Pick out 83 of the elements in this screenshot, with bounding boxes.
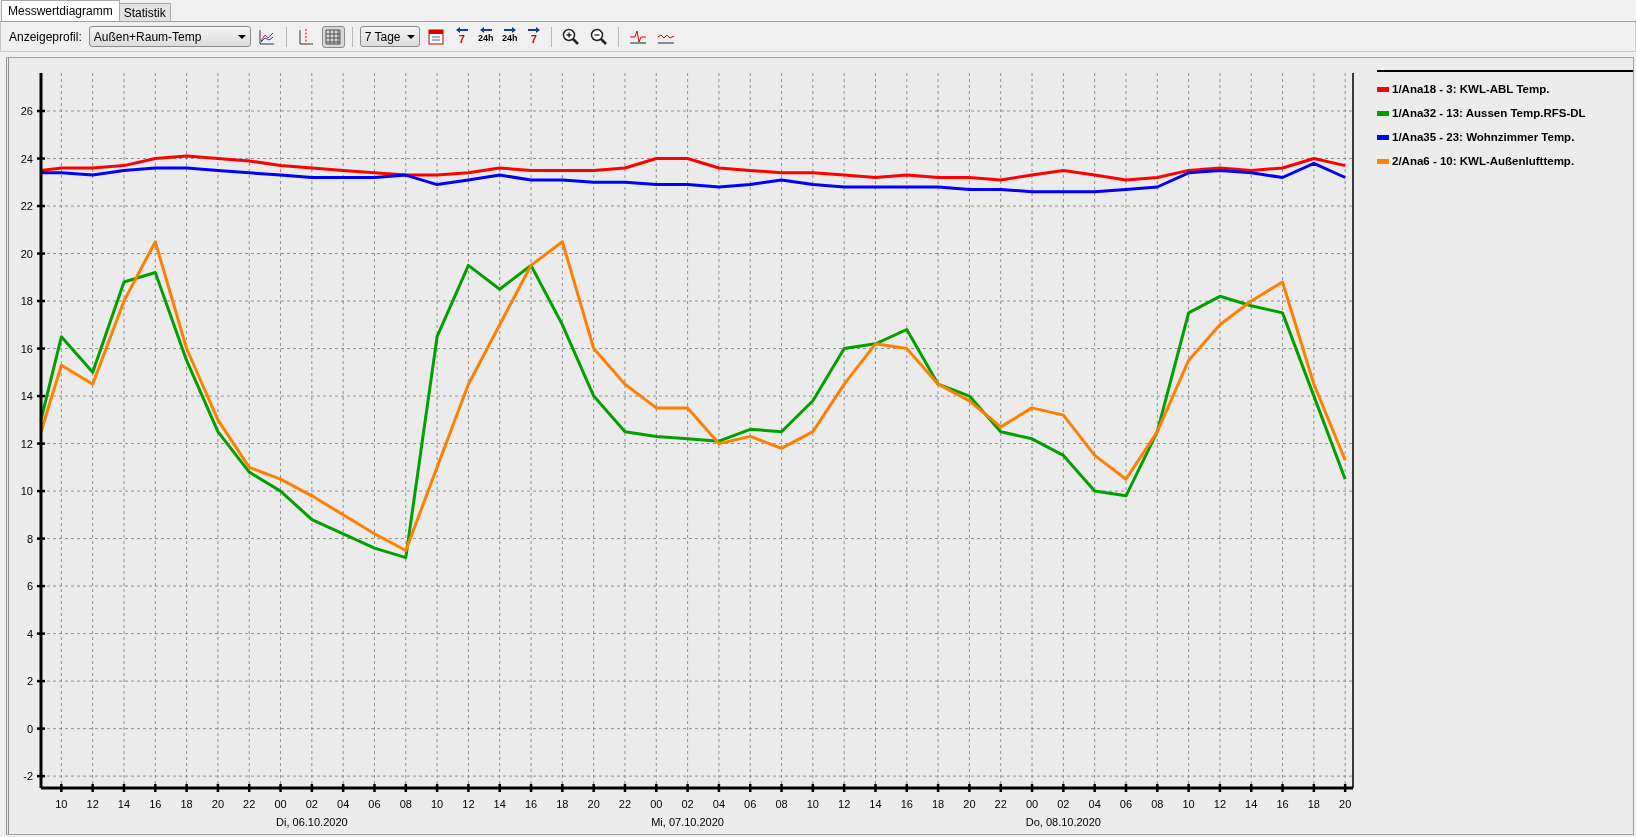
y-tick-label: 26: [20, 105, 33, 117]
y-tick-label: 4: [26, 627, 33, 640]
grid-toggle[interactable]: [321, 25, 345, 48]
x-tick-label: 00: [274, 798, 287, 810]
x-tick-label: 16: [149, 798, 162, 810]
x-tick-label: 02: [681, 798, 694, 810]
x-tick-label: 10: [431, 798, 444, 810]
x-tick-label: 02: [1057, 798, 1070, 810]
navigation-button[interactable]: 24h: [475, 25, 496, 48]
x-tick-label: 18: [1307, 798, 1320, 810]
x-tick-label: 10: [55, 798, 68, 810]
profile-dropdown[interactable]: Außen+Raum-Temp: [88, 26, 251, 47]
x-tick-label: 20: [1339, 798, 1352, 810]
x-tick-label: 00: [650, 798, 663, 810]
x-tick-label: 14: [493, 798, 506, 810]
legend-label: 2/Ana6 - 10: KWL-Außenlufttemp.: [1392, 155, 1575, 167]
y-tick-label: 0: [26, 722, 33, 735]
x-tick-label: 04: [1088, 798, 1101, 810]
x-tick-label: 04: [337, 798, 350, 810]
legend-label: 1/Ana35 - 23: Wohnzimmer Temp.: [1392, 131, 1575, 143]
date-label: Mi, 07.10.2020: [651, 816, 724, 828]
zoom-in-icon[interactable]: [560, 26, 581, 47]
x-tick-label: 04: [712, 798, 726, 810]
y-tick-label: 6: [26, 580, 33, 593]
navigation-button[interactable]: 7: [451, 25, 472, 48]
caret-icon: [237, 34, 246, 39]
x-tick-label: 06: [368, 798, 381, 810]
x-tick-label: 10: [1182, 798, 1195, 810]
legend-label: 1/Ana18 - 3: KWL-ABL Temp.: [1392, 83, 1550, 95]
x-tick-label: 22: [618, 798, 632, 810]
x-tick-label: 12: [86, 798, 99, 810]
x-tick-label: 20: [211, 798, 225, 810]
date-label: Do, 08.10.2020: [1025, 816, 1101, 828]
y-tick-label: 16: [20, 342, 33, 355]
x-tick-label: 06: [744, 798, 757, 810]
y-tick-label: 14: [20, 390, 33, 403]
x-tick-label: 08: [399, 798, 412, 810]
y-tick-label: 10: [20, 485, 33, 498]
x-tick-label: 02: [305, 798, 318, 810]
x-tick-label: 18: [932, 798, 945, 810]
y-tick-label: 20: [20, 247, 33, 260]
x-tick-label: 16: [900, 798, 913, 810]
x-tick-label: 20: [963, 798, 976, 810]
x-tick-label: 12: [1213, 798, 1227, 810]
navigation-button[interactable]: 24h: [499, 25, 520, 48]
date-label: Di, 06.10.2020: [276, 816, 348, 828]
y-tick-label: 22: [20, 200, 33, 212]
x-tick-label: 16: [524, 798, 538, 810]
x-tick-label: 16: [1276, 798, 1289, 810]
x-tick-label: 14: [869, 798, 882, 810]
x-tick-label: 00: [1025, 798, 1039, 810]
x-tick-label: 12: [462, 798, 475, 810]
tab[interactable]: Statistik: [118, 3, 171, 21]
arrow-icon: [454, 25, 469, 34]
x-tick-label: 14: [1245, 798, 1258, 810]
x-tick-label: 06: [1119, 798, 1133, 810]
x-tick-label: 22: [994, 798, 1007, 810]
x-tick-label: 18: [180, 798, 193, 810]
tab[interactable]: Messwertdiagramm: [1, 0, 120, 21]
x-tick-label: 14: [117, 798, 131, 810]
x-tick-label: 08: [775, 798, 788, 810]
navigation-button[interactable]: 7: [523, 25, 544, 48]
x-tick-label: 20: [587, 798, 600, 810]
arrow-icon: [478, 25, 493, 34]
arrow-icon: [526, 25, 541, 34]
legend-label: 1/Ana32 - 13: Aussen Temp.RFS-DL: [1392, 107, 1586, 119]
x-tick-label: 22: [243, 798, 256, 810]
y-tick-label: 2: [26, 675, 33, 688]
arrow-icon: [502, 25, 517, 34]
profile-label: Anzeigeprofil:: [9, 29, 82, 44]
y-tick-label: 8: [26, 532, 33, 545]
y-tick-label: -2: [23, 770, 33, 783]
x-tick-label: 12: [838, 798, 851, 810]
x-tick-label: 08: [1151, 798, 1164, 810]
y-tick-label: 18: [20, 295, 33, 308]
calendar-icon[interactable]: [425, 26, 446, 47]
y-tick-label: 24: [20, 152, 33, 165]
zoom-out-icon[interactable]: [588, 26, 609, 47]
range-dropdown[interactable]: 7 Tage: [359, 26, 420, 47]
x-tick-label: 10: [806, 798, 819, 810]
y-tick-label: 12: [20, 437, 33, 450]
x-tick-label: 18: [556, 798, 569, 810]
caret-icon: [406, 34, 415, 39]
